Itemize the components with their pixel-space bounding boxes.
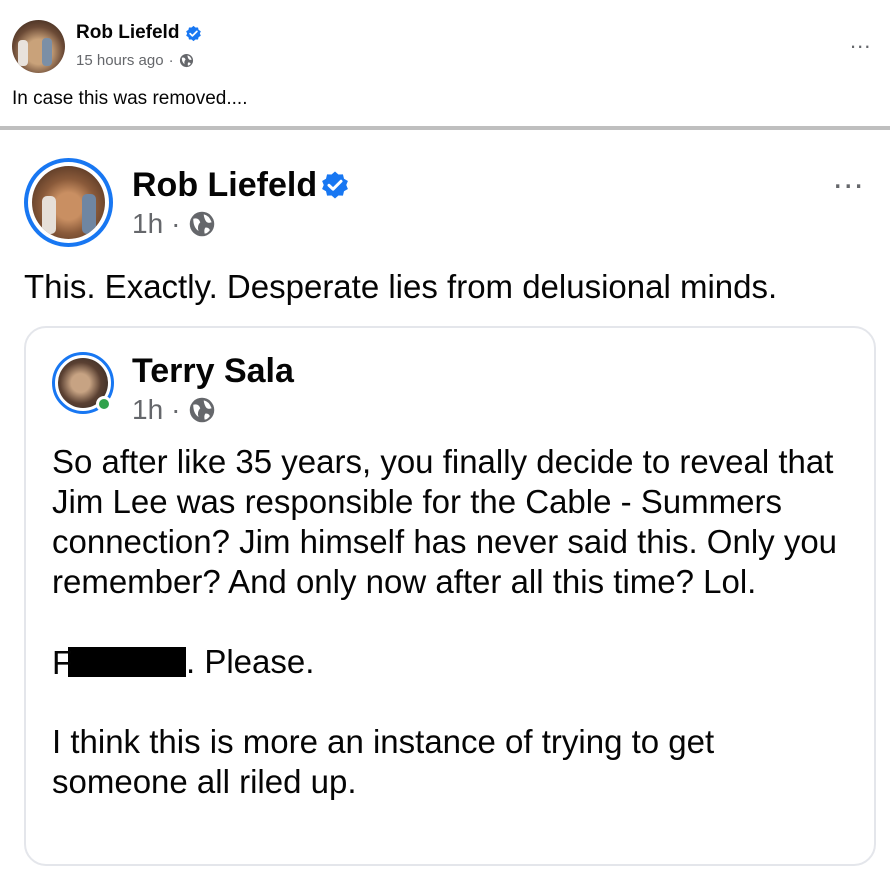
timestamp[interactable]: 1h — [132, 208, 163, 240]
shared-post-card[interactable]: Terry Sala 1h · So after like 35 years, … — [24, 326, 876, 866]
shared-post-text: So after like 35 years, you finally deci… — [52, 442, 852, 802]
paragraph: . Please. — [52, 642, 852, 683]
meta-separator: · — [171, 394, 181, 425]
meta-separator: · — [168, 52, 174, 69]
post-text: This. Exactly. Desperate lies from delus… — [24, 268, 778, 305]
paragraph-suffix: . Please. — [186, 643, 315, 680]
post-meta: 1h · — [132, 208, 216, 240]
embedded-post: Rob Liefeld 1h · ... This. Exactly. Desp… — [0, 130, 890, 870]
globe-icon — [179, 53, 193, 68]
more-options-icon[interactable]: ... — [833, 160, 864, 194]
more-options-icon[interactable]: ... — [850, 30, 871, 52]
avatar[interactable] — [12, 20, 65, 73]
verified-badge-icon — [186, 25, 201, 42]
paragraph: So after like 35 years, you finally deci… — [52, 443, 838, 600]
avatar[interactable] — [24, 158, 113, 247]
post-text: In case this was removed.... — [12, 88, 248, 109]
meta-separator: · — [171, 208, 181, 239]
post-meta: 15 hours ago · — [76, 52, 194, 69]
avatar-photo — [32, 166, 105, 239]
redaction-bar — [52, 643, 186, 683]
post-meta: 1h · — [132, 394, 216, 426]
globe-icon — [190, 397, 215, 423]
paragraph: I think this is more an instance of tryi… — [52, 723, 715, 800]
globe-icon — [190, 211, 215, 237]
verified-badge-icon — [322, 171, 348, 199]
timestamp[interactable]: 1h — [132, 394, 163, 426]
author-name[interactable]: Terry Sala — [132, 352, 294, 391]
author-name[interactable]: Rob Liefeld — [132, 166, 317, 205]
timestamp[interactable]: 15 hours ago — [76, 52, 164, 69]
outer-post: Rob Liefeld 15 hours ago · ... In case t… — [0, 0, 890, 128]
author-name[interactable]: Rob Liefeld — [76, 22, 179, 44]
online-status-dot — [96, 396, 112, 412]
